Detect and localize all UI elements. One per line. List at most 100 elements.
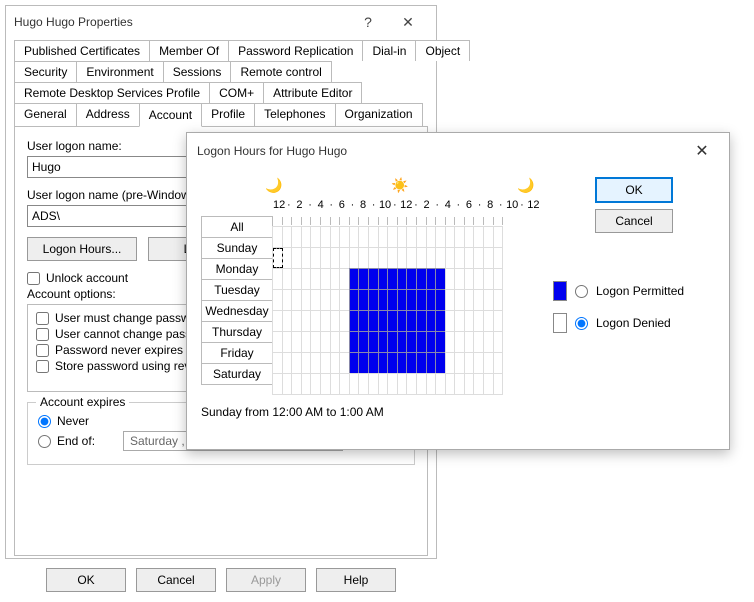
schedule-row[interactable] xyxy=(273,352,513,374)
close-icon[interactable]: ✕ xyxy=(685,141,719,161)
tab-com-[interactable]: COM+ xyxy=(209,82,264,103)
schedule-row[interactable] xyxy=(273,289,513,311)
tab-address[interactable]: Address xyxy=(76,103,140,127)
logon-ok-button[interactable]: OK xyxy=(595,177,673,203)
endof-radio[interactable] xyxy=(38,435,51,448)
tab-member-of[interactable]: Member Of xyxy=(149,40,229,61)
logon-titlebar: Logon Hours for Hugo Hugo ✕ xyxy=(187,133,729,169)
sun-icon: ☀️ xyxy=(391,177,408,194)
option-checkbox[interactable] xyxy=(36,360,49,373)
schedule-cell[interactable] xyxy=(493,289,504,311)
schedule-cell[interactable] xyxy=(493,268,504,290)
hour-label: 10 xyxy=(506,199,517,211)
schedule-row[interactable] xyxy=(273,310,513,332)
schedule-cell[interactable] xyxy=(493,247,504,269)
day-header-thursday[interactable]: Thursday xyxy=(201,321,273,343)
tab-object[interactable]: Object xyxy=(415,40,470,61)
tab-security[interactable]: Security xyxy=(14,61,77,82)
hour-label: 6 xyxy=(464,199,475,211)
hour-label: · xyxy=(432,199,443,211)
denied-radio[interactable] xyxy=(575,317,588,330)
schedule-row[interactable] xyxy=(273,268,513,290)
option-label: User cannot change passw xyxy=(55,327,200,341)
close-titlebar-button[interactable]: ✕ xyxy=(388,12,428,32)
hour-label: 2 xyxy=(421,199,432,211)
hour-label: 4 xyxy=(315,199,326,211)
hour-label: · xyxy=(368,199,379,211)
option-checkbox[interactable] xyxy=(36,312,49,325)
schedule-row[interactable] xyxy=(273,373,513,395)
moon-icon: 🌙 xyxy=(265,177,282,194)
tab-account[interactable]: Account xyxy=(139,103,202,127)
window-title: Hugo Hugo Properties xyxy=(14,15,133,29)
titlebar: Hugo Hugo Properties ? ✕ xyxy=(6,6,436,38)
hour-label: 12 xyxy=(400,199,411,211)
hour-label: 10 xyxy=(379,199,390,211)
tab-remote-control[interactable]: Remote control xyxy=(230,61,331,82)
hour-label: · xyxy=(495,199,506,211)
denied-swatch xyxy=(553,313,567,333)
day-header-tuesday[interactable]: Tuesday xyxy=(201,279,273,301)
permitted-swatch xyxy=(553,281,567,301)
schedule-cell[interactable] xyxy=(493,331,504,353)
schedule-cell[interactable] xyxy=(493,352,504,374)
hour-label: · xyxy=(474,199,485,211)
tab-attribute-editor[interactable]: Attribute Editor xyxy=(263,82,362,103)
right-panel: OK Cancel Logon Permitted Logon Denied xyxy=(553,177,715,419)
day-header-wednesday[interactable]: Wednesday xyxy=(201,300,273,322)
help-button[interactable]: Help xyxy=(316,568,396,592)
hour-label: 8 xyxy=(358,199,369,211)
schedule-area: 🌙 ☀️ 🌙 12·2·4·6·8·10·12·2·4·6·8·10·12 Al… xyxy=(201,177,541,419)
account-expires-legend: Account expires xyxy=(36,395,129,409)
schedule-cell[interactable] xyxy=(493,373,504,395)
unlock-label: Unlock account xyxy=(46,271,128,285)
tab-dial-in[interactable]: Dial-in xyxy=(362,40,416,61)
permitted-radio[interactable] xyxy=(575,285,588,298)
option-label: Store password using rever xyxy=(55,359,201,373)
tab-remote-desktop-services-profile[interactable]: Remote Desktop Services Profile xyxy=(14,82,210,103)
hour-label: 4 xyxy=(443,199,454,211)
apply-button[interactable]: Apply xyxy=(226,568,306,592)
tab-password-replication[interactable]: Password Replication xyxy=(228,40,363,61)
hour-label: · xyxy=(305,199,316,211)
hour-label: · xyxy=(390,199,401,211)
hour-label: · xyxy=(347,199,358,211)
schedule-cell[interactable] xyxy=(493,310,504,332)
denied-label: Logon Denied xyxy=(596,316,671,330)
endof-label: End of: xyxy=(57,434,117,448)
tab-general[interactable]: General xyxy=(14,103,77,127)
unlock-checkbox[interactable] xyxy=(27,272,40,285)
selection-status: Sunday from 12:00 AM to 1:00 AM xyxy=(201,405,541,419)
tab-sessions[interactable]: Sessions xyxy=(163,61,232,82)
hour-label: · xyxy=(326,199,337,211)
day-header-monday[interactable]: Monday xyxy=(201,258,273,280)
tab-environment[interactable]: Environment xyxy=(76,61,163,82)
day-header-saturday[interactable]: Saturday xyxy=(201,363,273,385)
tab-published-certificates[interactable]: Published Certificates xyxy=(14,40,150,61)
hour-label: 8 xyxy=(485,199,496,211)
help-titlebar-button[interactable]: ? xyxy=(348,12,388,32)
hour-label: 6 xyxy=(337,199,348,211)
option-label: User must change password xyxy=(55,311,207,325)
schedule-row[interactable] xyxy=(273,247,513,269)
hour-label: · xyxy=(453,199,464,211)
option-checkbox[interactable] xyxy=(36,328,49,341)
permitted-label: Logon Permitted xyxy=(596,284,684,298)
all-days-button[interactable]: All xyxy=(201,216,273,238)
hour-label: 12 xyxy=(527,199,538,211)
logon-cancel-button[interactable]: Cancel xyxy=(595,209,673,233)
logon-hours-button[interactable]: Logon Hours... xyxy=(27,237,137,261)
option-checkbox[interactable] xyxy=(36,344,49,357)
hour-label: · xyxy=(517,199,528,211)
tab-organization[interactable]: Organization xyxy=(335,103,423,127)
tab-profile[interactable]: Profile xyxy=(201,103,255,127)
day-header-friday[interactable]: Friday xyxy=(201,342,273,364)
schedule-row[interactable] xyxy=(273,331,513,353)
hour-label: · xyxy=(411,199,422,211)
logon-hours-dialog: Logon Hours for Hugo Hugo ✕ 🌙 ☀️ 🌙 12·2·… xyxy=(186,132,730,450)
never-radio[interactable] xyxy=(38,415,51,428)
day-header-sunday[interactable]: Sunday xyxy=(201,237,273,259)
ok-button[interactable]: OK xyxy=(46,568,126,592)
tab-telephones[interactable]: Telephones xyxy=(254,103,335,127)
cancel-button[interactable]: Cancel xyxy=(136,568,216,592)
